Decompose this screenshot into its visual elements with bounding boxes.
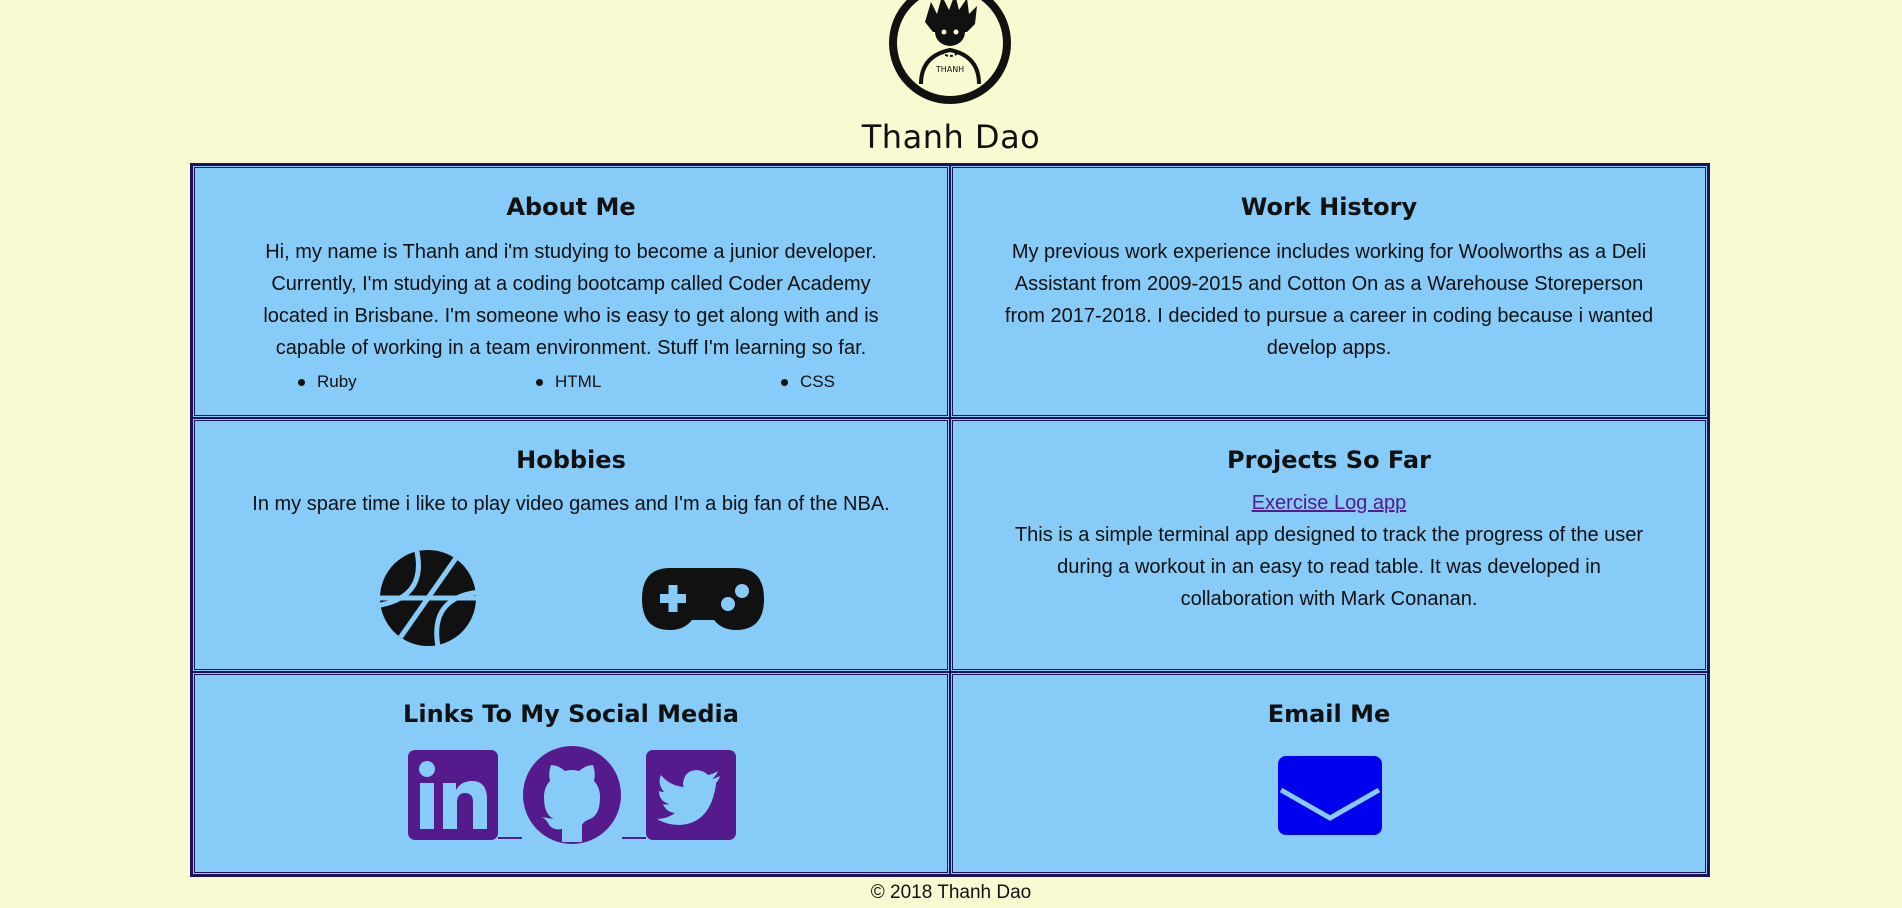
skills-list: Ruby HTML CSS <box>195 368 947 398</box>
exercise-log-app-link[interactable]: Exercise Log app <box>1252 492 1407 514</box>
email-title: Email Me <box>1267 700 1391 728</box>
skill-item-html: HTML <box>536 372 601 392</box>
envelope-icon <box>1278 756 1382 835</box>
work-title: Work History <box>1240 193 1418 221</box>
hobbies-text: In my spare time i like to play video ga… <box>252 493 890 515</box>
email-card: Email Me <box>950 672 1708 875</box>
content-grid: About Me Hi, my name is Thanh and i'm st… <box>190 163 1710 877</box>
social-title: Links To My Social Media <box>403 700 739 728</box>
work-text-line-4: develop apps. <box>1266 337 1392 359</box>
work-text-line-2: Assistant from 2009-2015 and Cotton On a… <box>1014 273 1644 295</box>
work-text-line-1: My previous work experience includes wor… <box>1011 241 1647 263</box>
projects-title: Projects So Far <box>1227 446 1431 474</box>
social-media-card: Links To My Social Media <box>192 672 950 875</box>
avatar-text: THANH <box>935 65 964 74</box>
about-text-line-2: Currently, I'm studying at a coding boot… <box>271 273 871 295</box>
hobbies-title: Hobbies <box>516 446 626 474</box>
footer-copyright: © 2018 Thanh Dao <box>870 882 1032 903</box>
work-text-line-3: from 2017-2018. I decided to pursue a ca… <box>1004 305 1654 327</box>
link-underline <box>498 837 522 839</box>
github-icon <box>523 746 621 844</box>
projects-text-line-3: collaboration with Mark Conanan. <box>1180 588 1478 610</box>
avatar: THANH <box>889 0 1011 104</box>
work-history-card: Work History My previous work experience… <box>950 165 1708 418</box>
about-title: About Me <box>506 193 636 221</box>
about-text-line-3: located in Brisbane. I'm someone who is … <box>263 305 879 327</box>
projects-text-line-2: during a workout in an easy to read tabl… <box>1057 556 1601 578</box>
link-underline <box>622 837 646 839</box>
skill-item-ruby: Ruby <box>298 372 357 392</box>
about-text-line-1: Hi, my name is Thanh and i'm studying to… <box>265 241 877 263</box>
projects-text-line-1: This is a simple terminal app designed t… <box>1014 524 1644 546</box>
gamepad-icon <box>642 568 764 630</box>
skill-item-css: CSS <box>781 372 835 392</box>
about-card: About Me Hi, my name is Thanh and i'm st… <box>192 165 950 418</box>
about-text-line-4: capable of working in a team environment… <box>275 337 867 359</box>
page-title: Thanh Dao <box>861 118 1041 156</box>
basketball-icon <box>378 550 477 647</box>
twitter-icon <box>646 750 736 840</box>
projects-card: Projects So Far Exercise Log app This is… <box>950 418 1708 672</box>
linkedin-icon <box>408 750 498 840</box>
hobbies-card: Hobbies In my spare time i like to play … <box>192 418 950 672</box>
